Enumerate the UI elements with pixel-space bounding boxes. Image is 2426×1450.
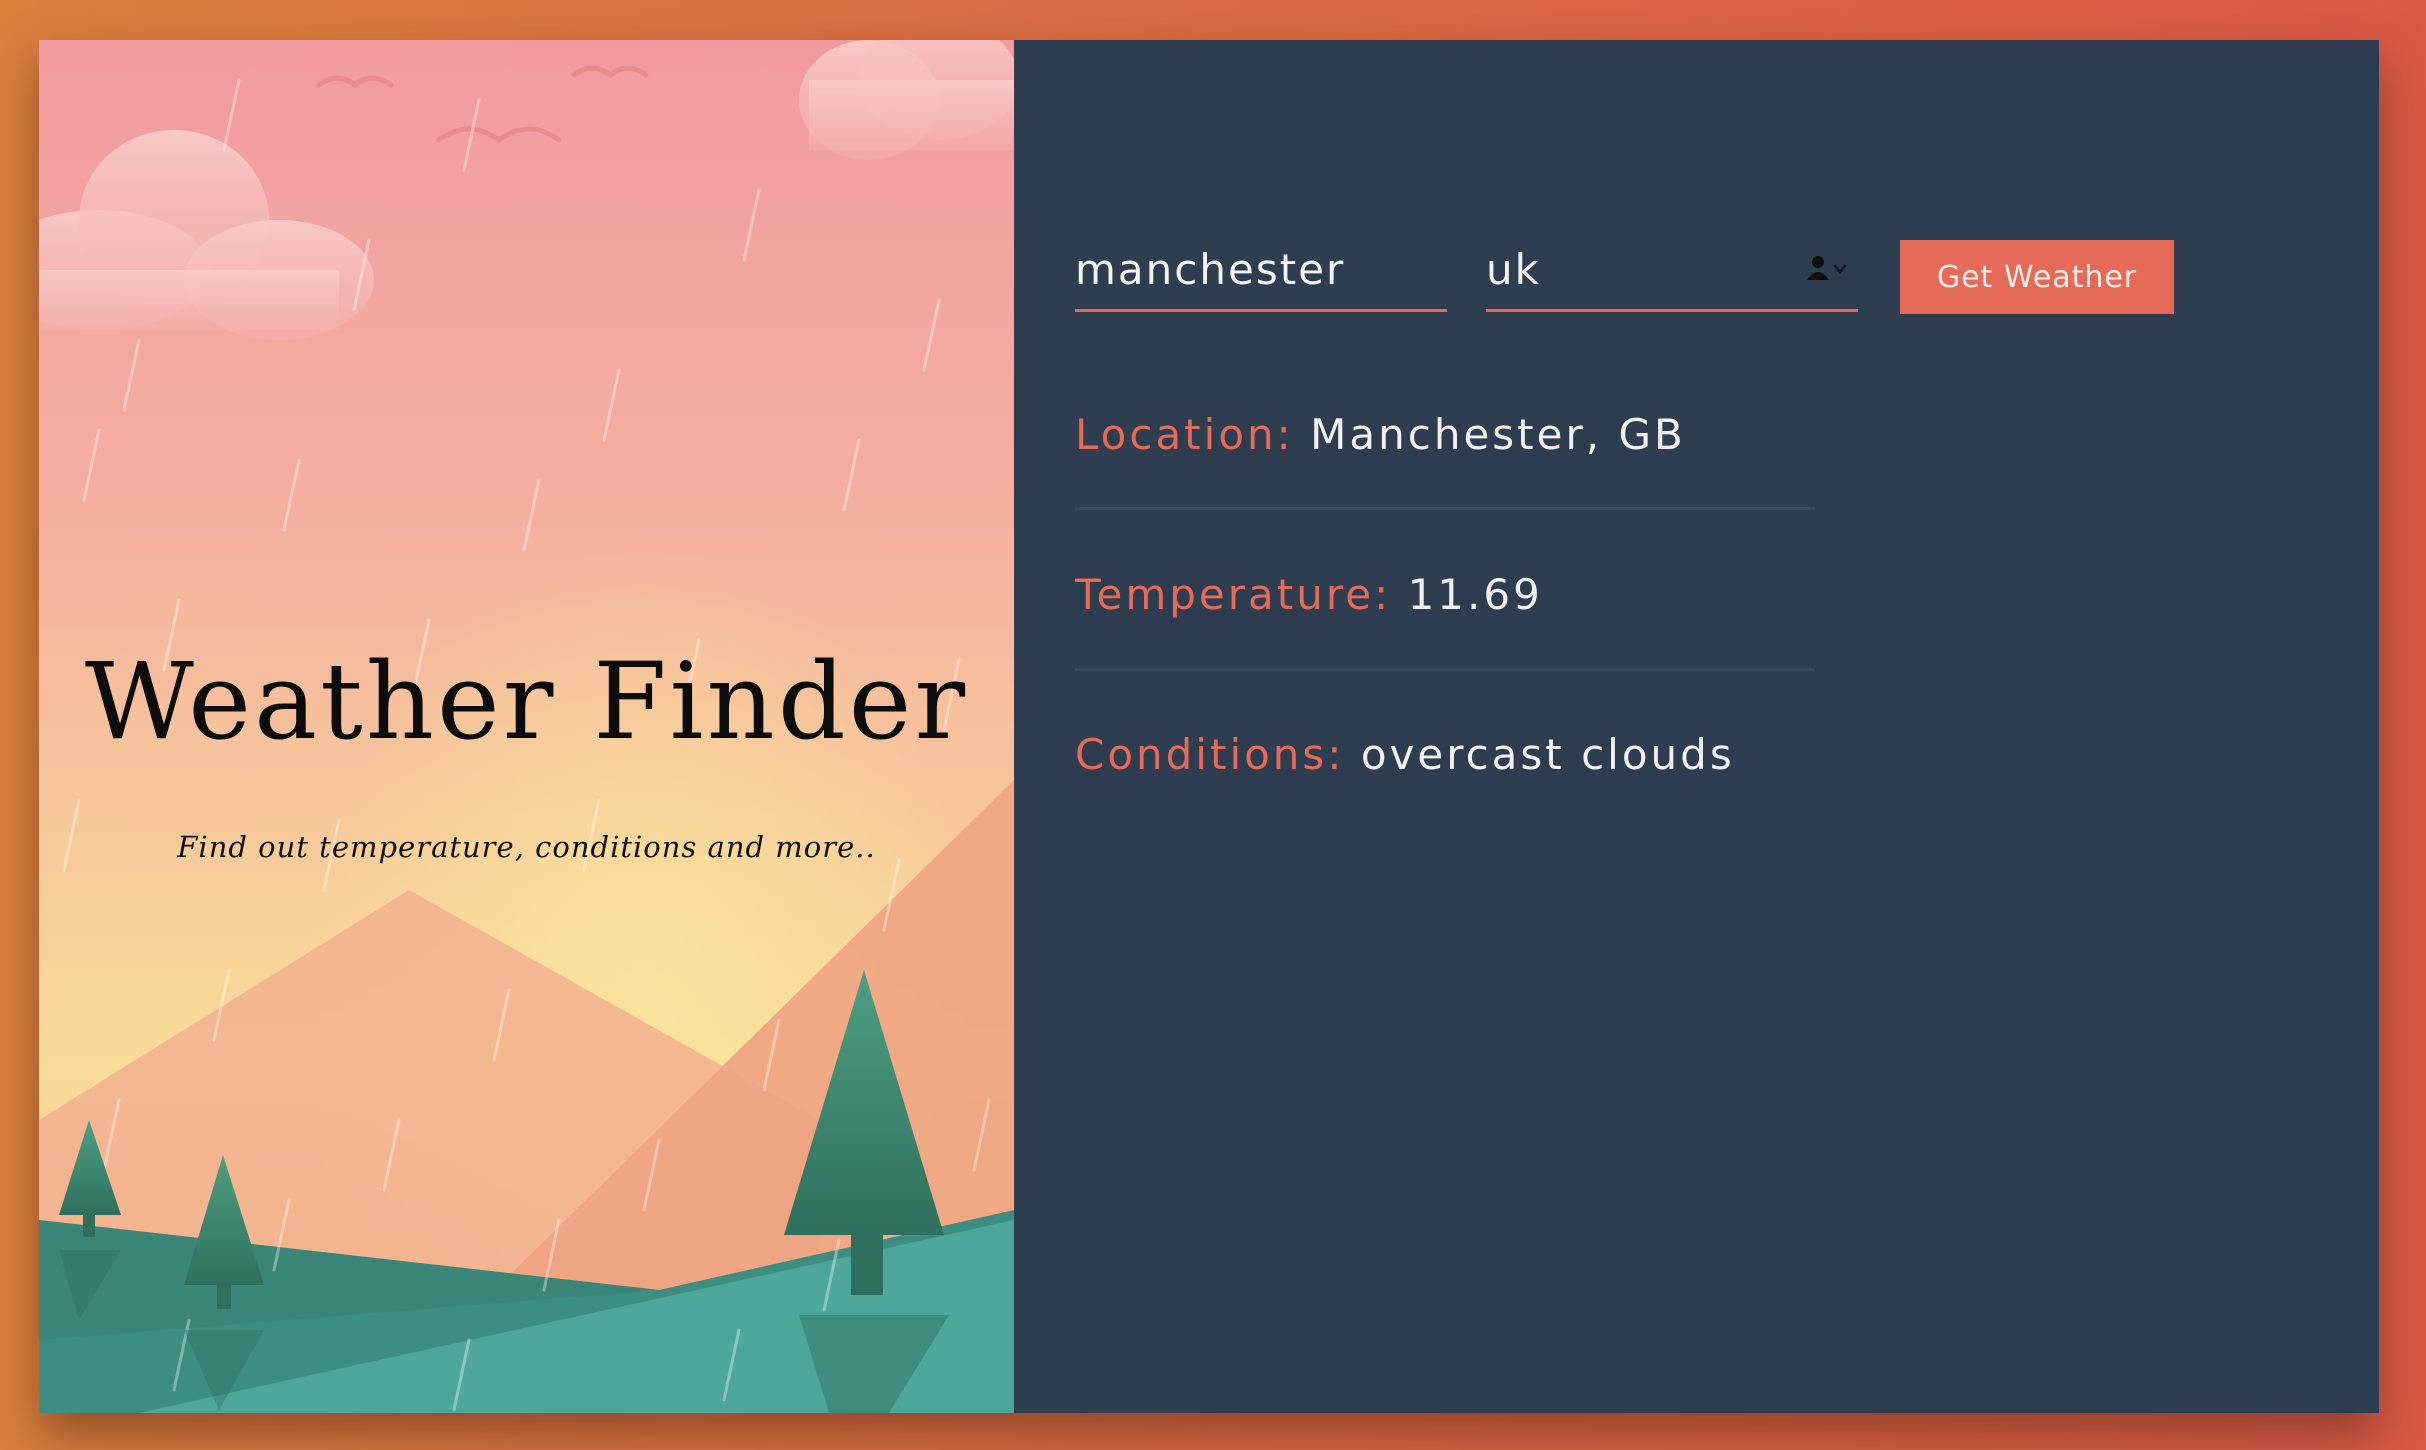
temperature-row: Temperature: 11.69 xyxy=(1075,570,1815,619)
illustration-panel: Weather Finder Find out temperature, con… xyxy=(39,40,1014,1413)
country-input[interactable] xyxy=(1486,230,1786,308)
location-value: Manchester, GB xyxy=(1310,410,1686,459)
title-container: Weather Finder Find out temperature, con… xyxy=(39,40,1014,1413)
city-field[interactable] xyxy=(1075,230,1447,312)
contact-autofill-icon[interactable] xyxy=(1802,252,1852,288)
app-subtitle: Find out temperature, conditions and mor… xyxy=(177,830,876,864)
country-field[interactable] xyxy=(1486,230,1858,312)
get-weather-button[interactable]: Get Weather xyxy=(1900,240,2174,314)
city-input[interactable] xyxy=(1075,230,1447,308)
app-title: Weather Finder xyxy=(84,640,969,763)
divider xyxy=(1075,668,1815,671)
conditions-label: Conditions: xyxy=(1075,730,1345,779)
divider xyxy=(1075,507,1815,510)
temperature-label: Temperature: xyxy=(1075,570,1392,619)
temperature-value: 11.69 xyxy=(1407,570,1543,619)
conditions-value: overcast clouds xyxy=(1360,730,1735,779)
location-label: Location: xyxy=(1075,410,1294,459)
conditions-row: Conditions: overcast clouds xyxy=(1075,730,1815,779)
location-row: Location: Manchester, GB xyxy=(1075,410,1815,459)
